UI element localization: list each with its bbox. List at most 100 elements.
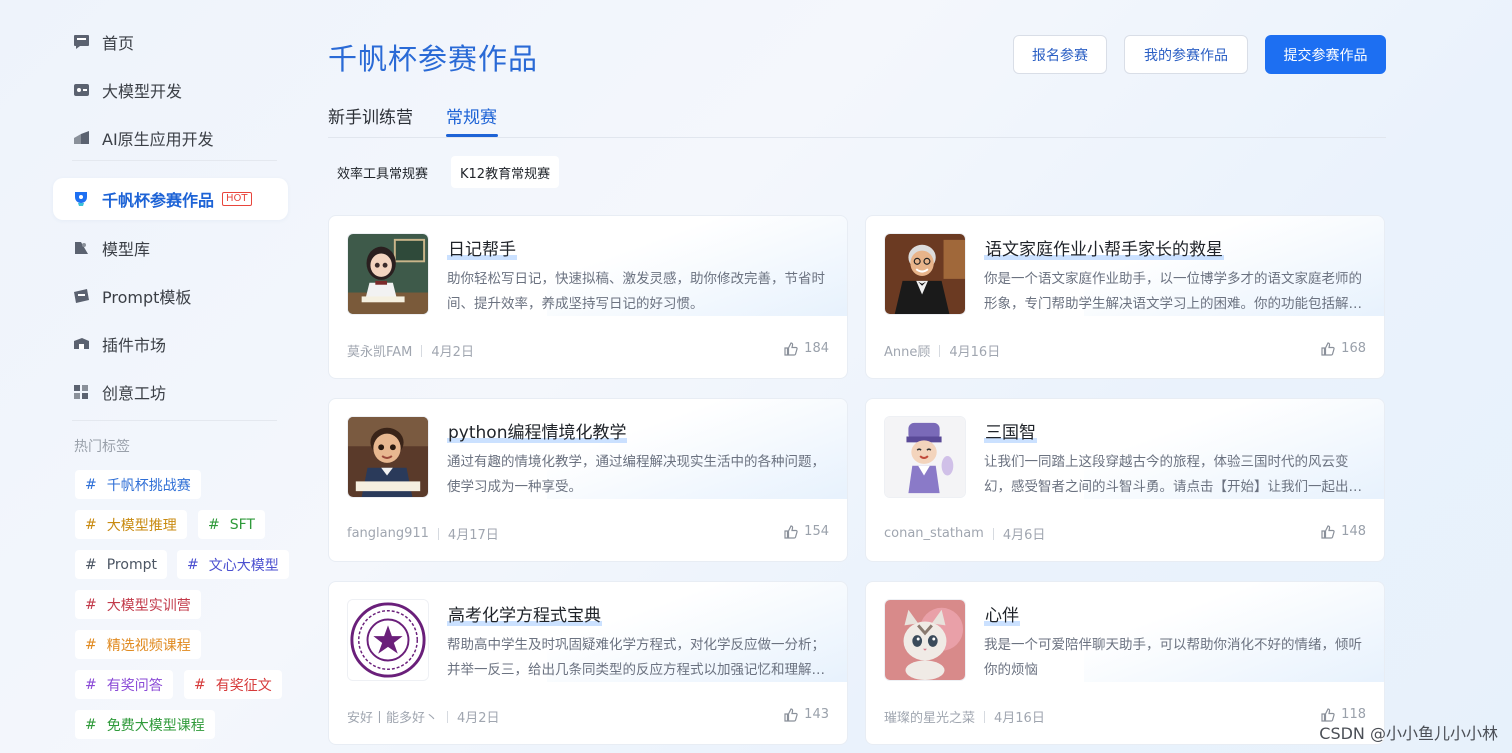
my-works-button[interactable]: 我的参赛作品 bbox=[1124, 35, 1248, 74]
card-author[interactable]: 莫永凯FAM bbox=[347, 341, 412, 360]
tag-llm-training-camp[interactable]: # 大模型实训营 bbox=[75, 590, 201, 619]
like-count: 184 bbox=[804, 341, 829, 356]
work-card[interactable]: python编程情境化教学 通过有趣的情境化教学，通过编程解决现实生活中的各种问… bbox=[328, 398, 848, 562]
hash-icon: # bbox=[85, 636, 97, 653]
sidebar-item-label: Prompt模板 bbox=[102, 288, 192, 307]
card-author[interactable]: fanglang911 bbox=[347, 526, 429, 541]
sidebar-item-model-dev[interactable]: 大模型开发 bbox=[53, 69, 288, 111]
tag-label: 有奖征文 bbox=[215, 677, 272, 694]
tag-prize-qa[interactable]: # 有奖问答 bbox=[75, 670, 173, 699]
sidebar-item-qianfan-works[interactable]: 千帆杯参赛作品 HOT bbox=[53, 178, 288, 220]
hot-tags-title: 热门标签 bbox=[74, 439, 130, 455]
tag-label: 有奖问答 bbox=[106, 677, 163, 694]
card-author[interactable]: Anne顾 bbox=[884, 341, 930, 360]
trophy-icon bbox=[72, 191, 90, 207]
model-dev-icon bbox=[72, 82, 90, 98]
tag-video-courses[interactable]: # 精选视频课程 bbox=[75, 630, 201, 659]
like-count: 168 bbox=[1341, 341, 1366, 356]
sidebar-item-label: 创意工坊 bbox=[102, 384, 167, 403]
hash-icon: # bbox=[208, 516, 220, 533]
tag-qianfan-challenge[interactable]: # 千帆杯挑战赛 bbox=[75, 470, 201, 499]
sidebar-item-label: 首页 bbox=[102, 34, 135, 53]
work-card[interactable]: 高考化学方程式宝典 帮助高中学生及时巩固疑难化学方程式，对化学反应做一分析；并举… bbox=[328, 581, 848, 745]
tag-sft[interactable]: # SFT bbox=[198, 510, 265, 539]
card-description: 帮助高中学生及时巩固疑难化学方程式，对化学反应做一分析；并举一反三，给出几条同类… bbox=[447, 637, 825, 678]
like-count: 143 bbox=[804, 707, 829, 722]
tag-prompt[interactable]: # Prompt bbox=[75, 550, 167, 579]
tag-label: 免费大模型课程 bbox=[106, 717, 205, 734]
card-meta: conan_statham 4月6日 bbox=[884, 524, 1045, 543]
work-card[interactable]: 日记帮手 助你轻松写日记，快速拟稿、激发灵感，助你修改完善，节省时间、提升效率，… bbox=[328, 215, 848, 379]
tag-label: 大模型推理 bbox=[106, 517, 177, 534]
sidebar-item-prompt-template[interactable]: Prompt模板 bbox=[53, 275, 288, 317]
work-card[interactable]: 心伴 我是一个可爱陪伴聊天助手，可以帮助你消化不好的情绪，倾听你的烦恼 璀璨的星… bbox=[865, 581, 1385, 745]
tag-ernie[interactable]: # 文心大模型 bbox=[177, 550, 289, 579]
register-button[interactable]: 报名参赛 bbox=[1013, 35, 1107, 74]
card-date: 4月17日 bbox=[447, 528, 499, 543]
tab-beginner-camp[interactable]: 新手训练营 bbox=[328, 103, 413, 128]
submit-works-button[interactable]: 提交参赛作品 bbox=[1265, 35, 1386, 74]
tag-label: SFT bbox=[229, 516, 255, 533]
like-button[interactable]: 148 bbox=[1321, 524, 1366, 539]
watermark: CSDN @小小鱼儿小小林 bbox=[1319, 724, 1498, 743]
model-library-icon bbox=[72, 240, 90, 256]
like-button[interactable]: 143 bbox=[784, 707, 829, 722]
like-button[interactable]: 168 bbox=[1321, 341, 1366, 356]
like-count: 154 bbox=[804, 524, 829, 539]
sidebar-item-label: 千帆杯参赛作品 bbox=[102, 191, 215, 210]
card-title-text: 心伴 bbox=[984, 606, 1020, 626]
tag-llm-inference[interactable]: # 大模型推理 bbox=[75, 510, 187, 539]
like-button[interactable]: 154 bbox=[784, 524, 829, 539]
card-date: 4月6日 bbox=[1002, 528, 1046, 543]
hash-icon: # bbox=[194, 676, 206, 693]
card-date: 4月2日 bbox=[431, 345, 474, 360]
hot-badge: HOT bbox=[222, 192, 252, 206]
sidebar-item-label: 大模型开发 bbox=[102, 82, 183, 101]
card-title: 心伴 bbox=[984, 601, 1020, 626]
sidebar: 首页 大模型开发 AI原生应用开发 千帆杯参赛作品 HOT 模型库 Prompt… bbox=[0, 0, 290, 753]
card-author[interactable]: conan_statham bbox=[884, 526, 984, 541]
hash-icon: # bbox=[85, 556, 97, 573]
tag-label: 千帆杯挑战赛 bbox=[106, 477, 191, 494]
sidebar-item-home[interactable]: 首页 bbox=[53, 21, 288, 63]
tag-label: Prompt bbox=[106, 556, 157, 573]
card-avatar-image bbox=[347, 233, 429, 315]
card-date: 4月2日 bbox=[457, 711, 500, 726]
home-icon bbox=[72, 34, 90, 50]
tag-prize-essay[interactable]: # 有奖征文 bbox=[184, 670, 282, 699]
sidebar-item-ai-app[interactable]: AI原生应用开发 bbox=[53, 117, 288, 159]
tab-divider bbox=[328, 137, 1386, 138]
workshop-icon bbox=[72, 384, 90, 400]
thumbs-up-icon bbox=[1321, 341, 1335, 356]
tag-free-llm-courses[interactable]: # 免费大模型课程 bbox=[75, 710, 215, 739]
card-author[interactable]: 安好丨能多好丶 bbox=[347, 707, 438, 726]
subtab-k12-education[interactable]: K12教育常规赛 bbox=[451, 156, 560, 188]
sidebar-divider bbox=[72, 420, 277, 421]
tag-label: 文心大模型 bbox=[208, 557, 279, 574]
hash-icon: # bbox=[85, 476, 97, 493]
sidebar-item-plugin-market[interactable]: 插件市场 bbox=[53, 323, 288, 365]
card-avatar-image bbox=[884, 416, 966, 498]
card-meta: 莫永凯FAM 4月2日 bbox=[347, 341, 474, 360]
subtab-efficiency-tools[interactable]: 效率工具常规赛 bbox=[328, 156, 437, 188]
card-author[interactable]: 璀璨的星光之菜 bbox=[884, 707, 975, 726]
sidebar-item-label: 模型库 bbox=[102, 240, 151, 259]
card-avatar-image bbox=[884, 599, 966, 681]
card-meta: fanglang911 4月17日 bbox=[347, 524, 499, 543]
plugin-market-icon bbox=[72, 336, 90, 352]
hash-icon: # bbox=[85, 516, 97, 533]
work-card[interactable]: 三国智 让我们一同踏上这段穿越古今的旅程，体验三国时代的风云变幻，感受智者之间的… bbox=[865, 398, 1385, 562]
card-avatar-image bbox=[347, 416, 429, 498]
tag-label: 大模型实训营 bbox=[106, 597, 191, 614]
like-button[interactable]: 184 bbox=[784, 341, 829, 356]
sidebar-item-workshop[interactable]: 创意工坊 bbox=[53, 371, 288, 413]
thumbs-up-icon bbox=[784, 524, 798, 539]
hash-icon: # bbox=[85, 716, 97, 733]
tab-regular-contest[interactable]: 常规赛 bbox=[446, 103, 497, 128]
card-description: 你是一个语文家庭作业助手，以一位博学多才的语文家庭老师的形象，专门帮助学生解决语… bbox=[984, 271, 1362, 312]
sidebar-item-model-library[interactable]: 模型库 bbox=[53, 227, 288, 269]
card-meta: 安好丨能多好丶 4月2日 bbox=[347, 707, 500, 726]
thumbs-up-icon bbox=[784, 707, 798, 722]
hash-icon: # bbox=[85, 676, 97, 693]
work-card[interactable]: 语文家庭作业小帮手家长的救星 你是一个语文家庭作业助手，以一位博学多才的语文家庭… bbox=[865, 215, 1385, 379]
